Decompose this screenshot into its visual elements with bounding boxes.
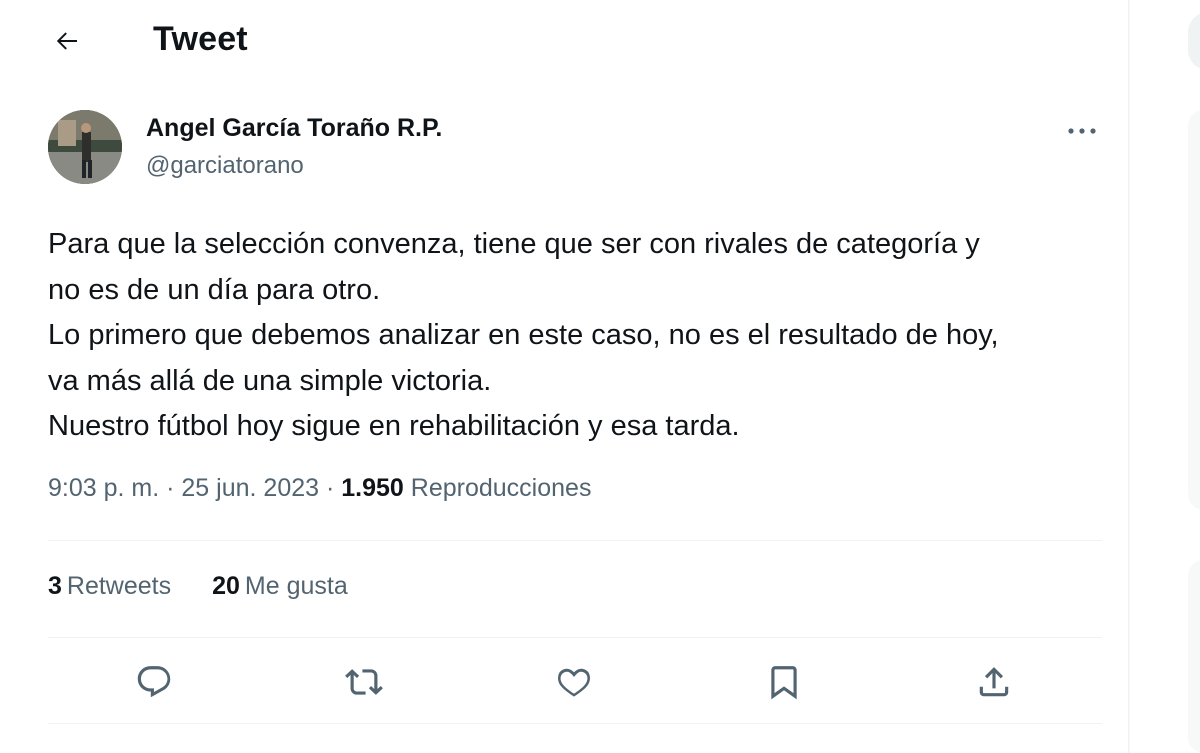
tweet-text-line: Lo primero que debemos analizar en este …: [48, 319, 999, 351]
meta-separator: ·: [325, 474, 335, 502]
page: Tweet Angel García Toraño R.P. @garciato…: [0, 0, 1200, 753]
tweet-text-line: Nuestro fútbol hoy sigue en rehabilitaci…: [48, 410, 740, 442]
share-button[interactable]: [972, 660, 1016, 704]
back-button[interactable]: [48, 22, 86, 60]
retweets-count: 3: [48, 572, 62, 600]
heart-icon: [558, 668, 590, 697]
sidebar-card: [1188, 560, 1200, 753]
bookmark-button[interactable]: [762, 660, 806, 704]
tweet-text-line: va más allá de una simple victoria.: [48, 364, 492, 397]
divider: [48, 637, 1102, 638]
author-name[interactable]: Angel García Toraño R.P.: [146, 114, 442, 143]
more-horizontal-icon: [1068, 128, 1096, 134]
likes-count: 20: [212, 572, 240, 600]
bookmark-icon: [771, 666, 797, 700]
reply-button[interactable]: [132, 660, 176, 704]
tweet-meta: 9:03 p. m. · 25 jun. 2023 · 1.950 Reprod…: [48, 474, 591, 503]
right-sidebar: [1130, 0, 1200, 753]
meta-separator: ·: [166, 474, 175, 502]
retweets-label: Retweets: [66, 572, 172, 600]
search-bar[interactable]: [1188, 12, 1200, 70]
sidebar-card: [1188, 110, 1200, 510]
like-button[interactable]: [552, 660, 596, 704]
tweet-time[interactable]: 9:03 p. m.: [48, 474, 159, 502]
more-options-button[interactable]: [1060, 116, 1104, 146]
avatar[interactable]: [48, 110, 122, 184]
share-icon: [979, 667, 1009, 697]
tweet-detail-column: Tweet Angel García Toraño R.P. @garciato…: [0, 0, 1129, 753]
tweet-text-line: Para que la selección convenza, tiene qu…: [48, 228, 980, 260]
tweet-text: Para que la selección convenza, tiene qu…: [48, 222, 1108, 450]
arrow-left-icon: [56, 32, 77, 50]
views-label: Reproducciones: [410, 474, 592, 502]
retweet-icon: [345, 669, 383, 695]
likes-stat[interactable]: 20 Me gusta: [212, 572, 348, 601]
tweet-text-line: no es de un día para otro.: [48, 273, 381, 306]
header: Tweet: [0, 0, 1128, 82]
page-title: Tweet: [153, 20, 248, 58]
divider: [48, 723, 1102, 724]
views-count: 1.950: [341, 474, 404, 502]
reply-icon: [137, 666, 171, 698]
tweet-date[interactable]: 25 jun. 2023: [181, 474, 319, 502]
retweets-stat[interactable]: 3 Retweets: [48, 572, 171, 601]
engagement-stats: 3 Retweets 20 Me gusta: [48, 572, 382, 601]
avatar-photo: [48, 110, 122, 184]
retweet-button[interactable]: [342, 660, 386, 704]
likes-label: Me gusta: [244, 572, 348, 600]
author-handle[interactable]: @garciatorano: [146, 152, 304, 180]
divider: [48, 540, 1102, 541]
